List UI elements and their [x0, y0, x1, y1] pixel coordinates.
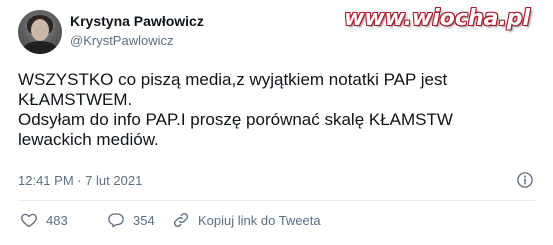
author-name[interactable]: Krystyna Pawłowicz [70, 13, 204, 29]
tweet-timestamp[interactable]: 12:41 PM · 7 lut 2021 [18, 173, 142, 188]
avatar-face [31, 19, 49, 41]
info-icon[interactable] [516, 171, 534, 189]
avatar-shoulders [22, 41, 58, 54]
divider [18, 200, 535, 201]
heart-icon [21, 213, 37, 228]
like-button[interactable]: 483 [20, 211, 68, 229]
tweet-text-line: lewackich mediów. [18, 130, 159, 149]
tweet-card: Krystyna Pawłowicz @KrystPawlowicz www.w… [0, 0, 553, 245]
comment-icon [108, 213, 124, 228]
reply-button[interactable]: 354 [107, 211, 155, 229]
tweet-text: WSZYSTKO co piszą media,z wyjątkiem nota… [18, 70, 538, 150]
copy-link-button[interactable]: Kopiuj link do Tweeta [172, 211, 321, 229]
copy-link-label: Kopiuj link do Tweeta [198, 212, 321, 228]
link-icon [173, 212, 189, 228]
tweet-text-line: KŁAMSTWEM. [18, 90, 133, 109]
reply-count: 354 [133, 212, 155, 228]
like-count: 483 [46, 212, 68, 228]
avatar[interactable] [18, 10, 62, 54]
watermark-logo: www.wiocha.pl [344, 6, 531, 31]
tweet-text-line: WSZYSTKO co piszą media,z wyjątkiem nota… [18, 70, 448, 89]
tweet-text-line: Odsyłam do info PAP.I proszę porównać sk… [18, 110, 453, 129]
author-handle[interactable]: @KrystPawlowicz [70, 33, 174, 48]
